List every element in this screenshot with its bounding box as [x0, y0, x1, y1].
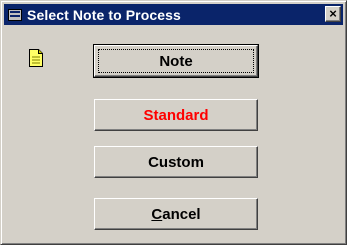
cancel-label-rest: ancel — [162, 205, 201, 223]
note-button[interactable]: Note — [93, 44, 259, 78]
custom-button[interactable]: Custom — [94, 146, 258, 178]
note-page-icon — [29, 49, 43, 67]
standard-button-label: Standard — [143, 106, 209, 124]
note-button-label: Note — [159, 52, 193, 70]
standard-button[interactable]: Standard — [94, 99, 258, 131]
cancel-mnemonic: C — [151, 205, 163, 223]
app-window-icon — [7, 7, 23, 23]
window-title: Select Note to Process — [27, 6, 181, 23]
close-icon: × — [329, 6, 337, 21]
custom-button-label: Custom — [148, 153, 204, 171]
title-bar[interactable]: Select Note to Process × — [4, 4, 343, 25]
cancel-button-label: Cancel — [151, 206, 200, 223]
cancel-button[interactable]: Cancel — [94, 198, 258, 230]
dialog-window: Select Note to Process × Note Standard C… — [0, 0, 347, 245]
close-button[interactable]: × — [325, 6, 341, 22]
